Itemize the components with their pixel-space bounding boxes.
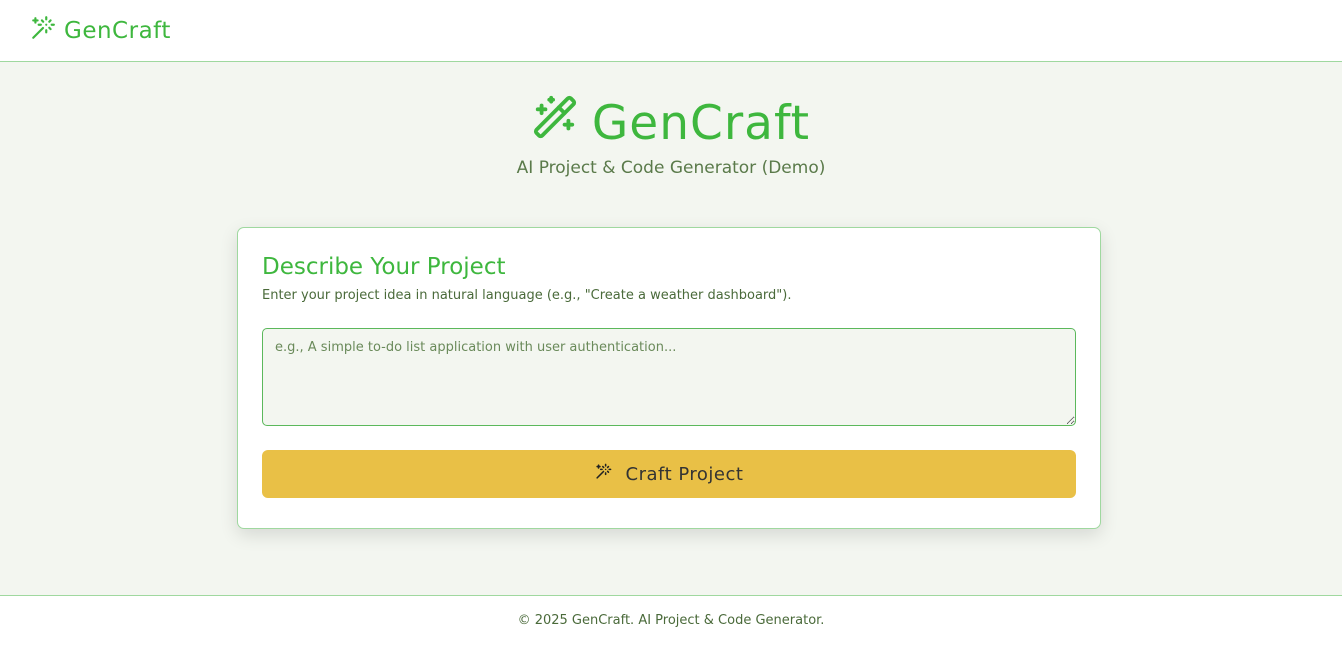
craft-project-button-label: Craft Project — [625, 463, 744, 485]
project-card: Describe Your Project Enter your project… — [237, 227, 1101, 529]
hero-title: GenCraft — [532, 94, 810, 152]
hero-section: GenCraft AI Project & Code Generator (De… — [0, 62, 1342, 179]
magic-wand-icon — [532, 94, 578, 152]
card-description: Enter your project idea in natural langu… — [262, 288, 792, 303]
hero-subtitle: AI Project & Code Generator (Demo) — [516, 158, 826, 178]
brand-link[interactable]: GenCraft — [30, 15, 171, 47]
project-description-input[interactable] — [262, 328, 1076, 426]
card-title: Describe Your Project — [262, 254, 506, 280]
page-footer: © 2025 GenCraft. AI Project & Code Gener… — [0, 595, 1342, 645]
top-navbar: GenCraft — [0, 0, 1342, 62]
craft-project-button[interactable]: Craft Project — [262, 450, 1076, 498]
footer-text: © 2025 GenCraft. AI Project & Code Gener… — [517, 613, 825, 628]
magic-wand-icon — [30, 15, 56, 47]
brand-name: GenCraft — [64, 17, 171, 44]
magic-wand-icon — [595, 463, 612, 485]
hero-title-text: GenCraft — [591, 95, 811, 151]
